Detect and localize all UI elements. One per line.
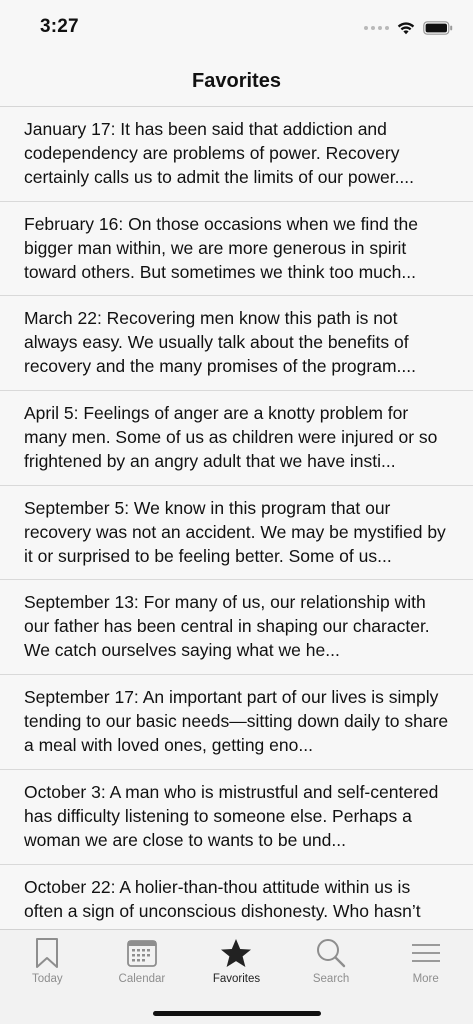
tab-bar: Today Calendar Favorites Search More [0,929,473,1024]
tab-calendar[interactable]: Calendar [95,930,190,992]
list-item[interactable]: October 3: A man who is mistrustful and … [0,770,473,865]
page-title: Favorites [192,69,281,92]
list-item-text: February 16: On those occasions when we … [24,213,418,282]
navigation-bar: Favorites [0,56,473,107]
list-item-text: January 17: It has been said that addict… [24,119,415,187]
list-item-text: September 5: We know in this program tha… [24,497,446,566]
tab-today[interactable]: Today [0,930,95,992]
search-icon [315,937,347,969]
wifi-icon [397,22,415,35]
calendar-icon [126,937,158,969]
list-item[interactable]: April 5: Feelings of anger are a knotty … [0,391,473,486]
home-indicator[interactable] [152,1011,321,1016]
list-item-text: October 22: A holier-than-thou attitude … [24,876,421,921]
tab-favorites[interactable]: Favorites [189,930,284,992]
tab-label: Favorites [212,973,261,985]
tab-label: Search [312,973,350,985]
tab-label: Calendar [118,973,166,985]
status-bar: 3:27 [0,0,473,56]
tab-search[interactable]: Search [284,930,379,992]
tab-more[interactable]: More [378,930,473,992]
list-item-text: April 5: Feelings of anger are a knotty … [24,403,438,472]
list-item-text: September 17: An important part of our l… [24,687,449,756]
list-item[interactable]: September 17: An important part of our l… [0,675,473,770]
list-item[interactable]: September 13: For many of us, our relati… [0,580,473,676]
bookmark-icon [31,937,63,969]
list-item-text: September 13: For many of us, our relati… [24,592,430,661]
favorites-list[interactable]: January 17: It has been said that addict… [0,107,473,929]
list-item-text: October 3: A man who is mistrustful and … [24,781,439,850]
star-icon [220,937,252,969]
list-item[interactable]: March 22: Recovering men know this path … [0,296,473,392]
tab-label: More [412,973,439,985]
list-item[interactable]: February 16: On those occasions when we … [0,202,473,297]
cellular-signal-icon [364,26,389,30]
status-time: 3:27 [40,16,79,37]
list-item[interactable]: January 17: It has been said that addict… [0,107,473,202]
more-lines-icon [410,937,442,969]
list-item[interactable]: October 22: A holier-than-thou attitude … [0,865,473,930]
status-indicators [364,18,453,38]
battery-icon [423,21,453,35]
favorites-screen: 3:27 Favorites January 17: It has been s… [0,0,473,1024]
tab-label: Today [31,973,63,985]
list-item[interactable]: September 5: We know in this program tha… [0,486,473,581]
list-item-text: March 22: Recovering men know this path … [24,308,416,377]
